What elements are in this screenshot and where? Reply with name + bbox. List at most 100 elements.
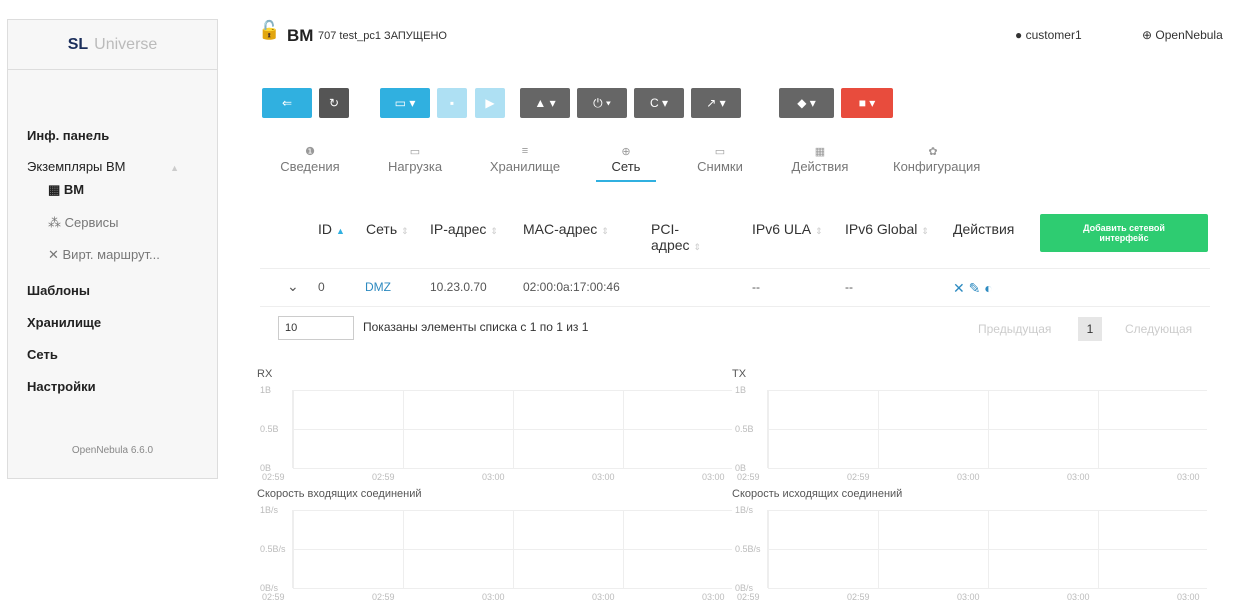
vm-state: 707 test_pc1 ЗАПУЩЕНО <box>318 30 447 42</box>
sort-icon: ⇕ <box>601 226 609 236</box>
tab-icon: ▭ <box>409 146 421 158</box>
detach-icon[interactable]: ✕ <box>953 280 965 296</box>
tab-4[interactable]: ▭ Снимки <box>680 145 760 174</box>
x-tick: 03:00 <box>482 592 505 602</box>
sidebar-item-network[interactable]: Сеть <box>27 347 58 362</box>
sidebar-item-settings[interactable]: Настройки <box>27 379 96 394</box>
sort-icon: ▲ <box>336 226 345 236</box>
column-header[interactable]: Действия <box>953 221 1014 237</box>
x-tick: 03:00 <box>482 472 505 482</box>
edit-icon[interactable]: ✎ <box>969 280 981 296</box>
delete-button[interactable]: ■ ▾ <box>841 88 893 118</box>
grid-icon: ▦ <box>48 182 64 197</box>
tab-3[interactable]: ⊕ Сеть <box>596 145 656 182</box>
sidebar-item-dashboard[interactable]: Инф. панель <box>27 128 109 143</box>
tab-icon: ▭ <box>714 146 726 158</box>
zone-menu[interactable]: ⊕ OpenNebula <box>1142 28 1223 42</box>
y-tick: 1B/s <box>260 505 279 515</box>
tab-icon: ≡ <box>521 145 529 157</box>
y-tick: 0.5B/s <box>260 544 286 554</box>
tab-2[interactable]: ≡ Хранилище <box>485 145 565 174</box>
user-menu[interactable]: ● customer1 <box>1015 28 1082 42</box>
tab-5[interactable]: ▦ Действия <box>780 145 860 174</box>
y-tick: 1B <box>260 385 272 395</box>
router-icon: ✕ <box>48 247 63 262</box>
row-global: -- <box>845 280 853 294</box>
next-page-button[interactable]: Следующая <box>1125 322 1192 336</box>
x-tick: 03:00 <box>957 592 980 602</box>
reboot-button[interactable]: C ▾ <box>634 88 684 118</box>
column-header[interactable]: IPv6 ULA ⇕ <box>752 221 823 237</box>
sidebar-item-vrouters[interactable]: ✕ Вирт. маршрут... <box>48 247 160 263</box>
power-button[interactable]: ⏻ ▾ <box>577 88 627 118</box>
sort-icon: ⇕ <box>401 226 409 236</box>
refresh-button[interactable]: ↻ <box>319 88 349 118</box>
console-button[interactable]: ▭ ▾ <box>380 88 430 118</box>
chart-area <box>292 390 732 469</box>
column-header[interactable]: IPv6 Global ⇕ <box>845 221 929 237</box>
column-header[interactable]: PCI- адрес ⇕ <box>651 221 701 253</box>
tab-icon: ▦ <box>814 146 826 158</box>
chart-label: TX <box>732 368 747 380</box>
page-size-select[interactable]: 10 <box>278 316 354 340</box>
x-tick: 03:00 <box>1177 592 1200 602</box>
sidebar-item-vms[interactable]: ▦ ВМ <box>48 182 84 198</box>
page-1-button[interactable]: 1 <box>1078 317 1102 341</box>
services-icon: ⁂ <box>48 215 65 230</box>
x-tick: 02:59 <box>262 472 285 482</box>
row-mac: 02:00:0a:17:00:46 <box>523 280 620 294</box>
sidebar-item-instances[interactable]: Экземпляры ВМ <box>27 159 126 174</box>
labels-button[interactable]: ◆ ▾ <box>779 88 834 118</box>
expand-row-icon[interactable]: ⌄ <box>287 278 299 295</box>
x-tick: 02:59 <box>372 472 395 482</box>
sidebar-item-storage[interactable]: Хранилище <box>27 315 101 330</box>
tab-1[interactable]: ▭ Нагрузка <box>375 145 455 174</box>
tab-6[interactable]: ✿ Конфигурация <box>893 145 980 174</box>
version-label: OpenNebula 6.6.0 <box>71 445 154 456</box>
user-icon: ● <box>1015 28 1026 42</box>
row-ip: 10.23.0.70 <box>430 280 487 294</box>
lock-icon: 🔓 <box>258 20 281 40</box>
lock-button[interactable]: ▲ ▾ <box>520 88 570 118</box>
chart-label: Скорость исходящих соединений <box>732 488 903 500</box>
sort-icon: ⇕ <box>815 226 823 236</box>
x-tick: 02:59 <box>737 472 760 482</box>
x-tick: 03:00 <box>702 472 725 482</box>
play-button[interactable]: ▶ <box>475 88 505 118</box>
x-tick: 03:00 <box>957 472 980 482</box>
x-tick: 03:00 <box>1067 472 1090 482</box>
chart-label: Скорость входящих соединений <box>257 488 422 500</box>
x-tick: 03:00 <box>1177 472 1200 482</box>
sort-icon: ⇕ <box>921 226 929 236</box>
row-network-link[interactable]: DMZ <box>365 280 391 294</box>
globe-icon: ⊕ <box>1142 28 1156 42</box>
add-nic-button[interactable]: Добавить сетевой интерфейс <box>1040 214 1208 252</box>
x-tick: 03:00 <box>1067 592 1090 602</box>
x-tick: 02:59 <box>737 592 760 602</box>
column-header[interactable]: MAC-адрес ⇕ <box>523 221 609 237</box>
column-header[interactable]: Сеть ⇕ <box>366 221 409 237</box>
x-tick: 02:59 <box>262 592 285 602</box>
tab-icon: ❶ <box>305 146 315 158</box>
column-header[interactable]: ID ▲ <box>318 221 345 237</box>
brand-logo[interactable]: SL Universe <box>8 20 217 70</box>
tab-0[interactable]: ❶ Сведения <box>270 145 350 174</box>
chart-area <box>767 390 1207 469</box>
tab-icon: ⊕ <box>621 146 631 158</box>
sort-icon: ⇕ <box>693 242 702 252</box>
sidebar-item-services[interactable]: ⁂ Сервисы <box>48 215 119 231</box>
chart-area <box>292 510 732 589</box>
column-header[interactable]: IP-адрес ⇕ <box>430 221 498 237</box>
page-title: ВМ <box>287 26 314 45</box>
back-button[interactable]: ⇐ <box>262 88 312 118</box>
table-info: Показаны элементы списка с 1 по 1 из 1 <box>363 320 589 334</box>
row-id: 0 <box>318 280 325 294</box>
x-tick: 02:59 <box>847 472 870 482</box>
sidebar-item-templates[interactable]: Шаблоны <box>27 283 90 298</box>
migrate-button[interactable]: ↗ ▾ <box>691 88 741 118</box>
shield-icon[interactable]: ◐ <box>984 280 992 296</box>
y-tick: 0.5B <box>735 424 754 434</box>
prev-page-button[interactable]: Предыдущая <box>978 322 1051 336</box>
x-tick: 03:00 <box>702 592 725 602</box>
save-button[interactable]: ▪ <box>437 88 467 118</box>
